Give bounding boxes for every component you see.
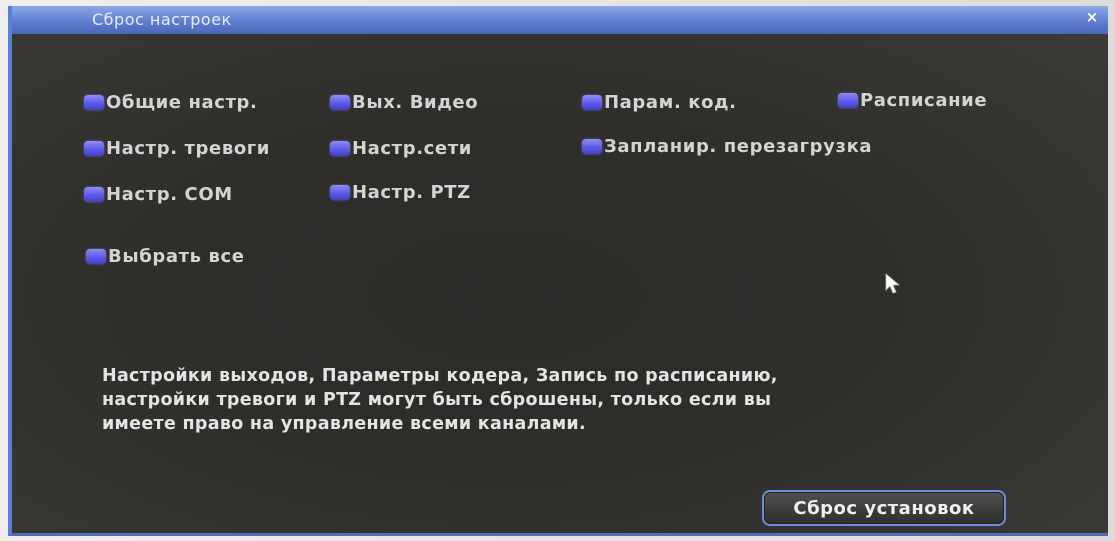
checkbox-label: Настр. PTZ	[352, 182, 471, 203]
checkbox-encoder-params[interactable]: Парам. код.	[582, 92, 737, 113]
checkbox-label: Настр. тревоги	[106, 138, 271, 159]
checkbox-icon	[330, 185, 350, 200]
checkbox-icon	[582, 95, 602, 110]
checkbox-icon	[330, 141, 350, 156]
title-bar: Сброс настроек ×	[12, 6, 1108, 34]
checkbox-icon	[84, 187, 104, 202]
checkbox-label: Парам. код.	[604, 92, 737, 113]
checkbox-label: Вых. Видео	[352, 92, 479, 113]
checkbox-label: Выбрать все	[108, 246, 245, 267]
checkbox-icon	[84, 141, 104, 156]
checkbox-label: Общие настр.	[106, 92, 258, 113]
checkbox-icon	[838, 93, 858, 108]
checkbox-schedule[interactable]: Расписание	[838, 90, 987, 111]
checkbox-com-settings[interactable]: Настр. COM	[84, 184, 233, 205]
mouse-pointer-icon	[885, 273, 901, 294]
checkbox-select-all[interactable]: Выбрать все	[86, 246, 245, 267]
reset-settings-dialog: Сброс настроек × Общие настр. Вых. Видео…	[8, 6, 1108, 536]
checkbox-alarm-settings[interactable]: Настр. тревоги	[84, 138, 270, 159]
checkbox-icon	[86, 249, 106, 264]
checkbox-label: Запланир. перезагрузка	[604, 136, 873, 157]
reset-info-note: Настройки выходов, Параметры кодера, Зап…	[102, 364, 1042, 436]
checkbox-network-settings[interactable]: Настр.сети	[330, 138, 472, 159]
checkbox-general-settings[interactable]: Общие настр.	[84, 92, 257, 113]
reset-settings-button[interactable]: Сброс установок	[762, 490, 1006, 526]
close-icon[interactable]: ×	[1082, 7, 1102, 27]
checkbox-label: Настр. COM	[106, 184, 233, 205]
checkbox-label: Настр.сети	[352, 138, 472, 159]
checkbox-scheduled-reboot[interactable]: Запланир. перезагрузка	[582, 136, 872, 157]
note-line: Настройки выходов, Параметры кодера, Зап…	[102, 366, 778, 386]
checkbox-icon	[330, 95, 350, 110]
dialog-title: Сброс настроек	[92, 10, 232, 29]
checkbox-icon	[84, 95, 104, 110]
note-line: настройки тревоги и PTZ могут быть сброш…	[102, 390, 772, 410]
photo-background: Сброс настроек × Общие настр. Вых. Видео…	[0, 0, 1115, 541]
checkbox-ptz-settings[interactable]: Настр. PTZ	[330, 182, 471, 203]
checkbox-icon	[582, 139, 602, 154]
reset-button-label: Сброс установок	[793, 497, 975, 519]
checkbox-label: Расписание	[860, 90, 988, 111]
checkbox-video-output[interactable]: Вых. Видео	[330, 92, 478, 113]
note-line: имеете право на управление всеми каналам…	[102, 414, 586, 434]
